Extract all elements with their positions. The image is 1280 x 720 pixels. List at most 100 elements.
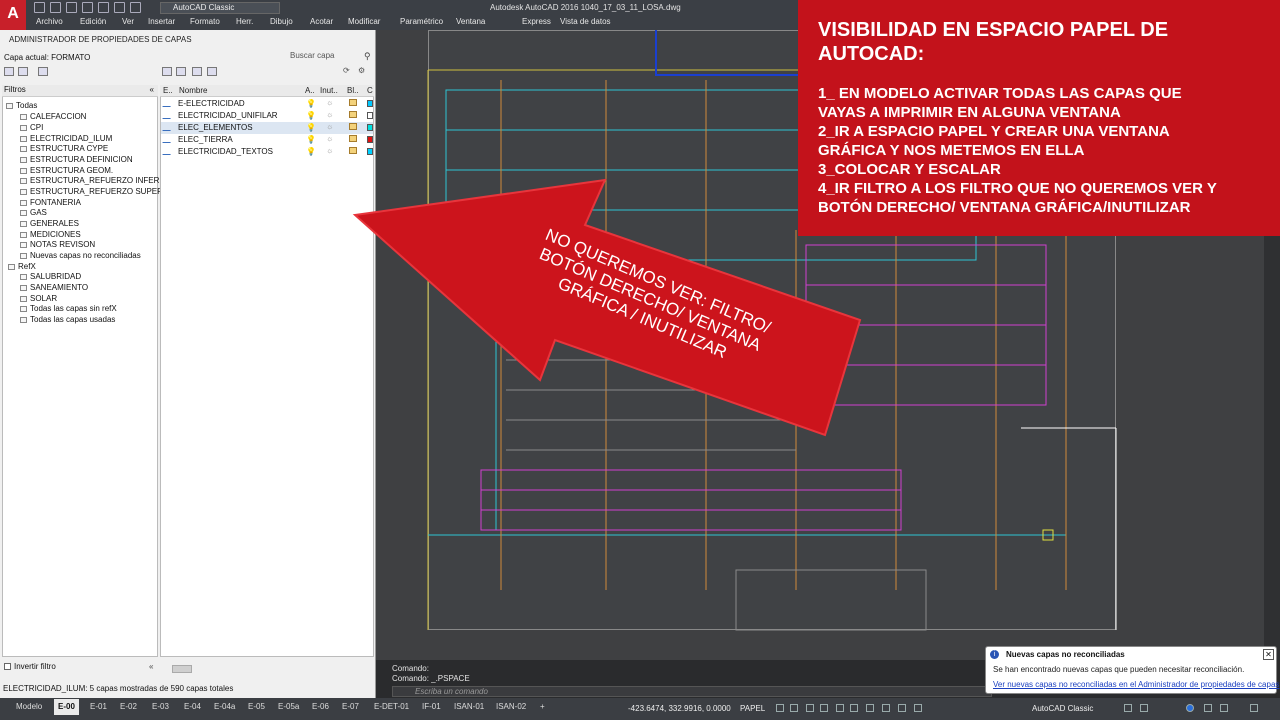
unlock-icon[interactable] (349, 147, 357, 154)
col-color[interactable]: C (367, 86, 373, 95)
filter-item[interactable]: Todas las capas usadas (20, 315, 115, 324)
col-name[interactable]: Nombre (179, 86, 207, 95)
layout-tab[interactable]: E-02 (116, 702, 141, 711)
settings-icon[interactable]: ⚙ (358, 66, 365, 75)
close-icon[interactable]: ✕ (1263, 649, 1274, 660)
filter-item[interactable]: SANEAMIENTO (20, 283, 88, 292)
col-freeze[interactable]: Inut.. (320, 86, 338, 95)
filter-todas[interactable]: Todas (6, 101, 37, 110)
layout-tab[interactable]: ISAN-01 (450, 702, 488, 711)
menu-acotar[interactable]: Acotar (310, 17, 333, 26)
unlock-icon[interactable] (349, 135, 357, 142)
unlock-icon[interactable] (349, 123, 357, 130)
layer-states-icon[interactable] (38, 67, 48, 76)
filter-item[interactable]: ESTRUCTURA_REFUERZO SUPERIOR (20, 187, 177, 196)
layer-row[interactable]: ELEC_TIERRA 💡 ☼ (161, 134, 373, 146)
layout-tab[interactable]: E-06 (308, 702, 333, 711)
layer-row[interactable]: ELECTRICIDAD_UNIFILAR 💡 ☼ (161, 110, 373, 122)
redo-icon[interactable] (130, 2, 141, 13)
layout-tab[interactable]: IF-01 (418, 702, 445, 711)
layer-notification-icon[interactable] (1204, 704, 1212, 712)
filter-item[interactable]: ESTRUCTURA CYPE (20, 144, 108, 153)
set-current-icon[interactable] (207, 67, 217, 76)
menu-express[interactable]: Express (522, 17, 551, 26)
tab-modelo[interactable]: Modelo (12, 702, 46, 711)
filter-item[interactable]: ESTRUCTURA_REFUERZO INFERIOR (20, 176, 174, 185)
horizontal-scrollbar[interactable] (172, 665, 192, 673)
group-filter-icon[interactable] (18, 67, 28, 76)
osnap-icon[interactable] (836, 704, 844, 712)
unlock-icon[interactable] (349, 99, 357, 106)
layer-color-swatch[interactable] (367, 112, 373, 119)
bulb-icon[interactable]: 💡 (306, 111, 316, 120)
filter-item[interactable]: FONTANERIA (20, 198, 81, 207)
refresh-icon[interactable]: ⟳ (343, 66, 350, 75)
unlock-icon[interactable] (349, 111, 357, 118)
filter-item[interactable]: SOLAR (20, 294, 57, 303)
layer-row[interactable]: ELECTRICIDAD_TEXTOS 💡 ☼ (161, 146, 373, 158)
layer-color-swatch[interactable] (367, 124, 373, 131)
bulb-icon[interactable]: 💡 (306, 99, 316, 108)
otrack-icon[interactable] (850, 704, 858, 712)
invert-filter-checkbox[interactable] (4, 663, 11, 670)
sun-icon[interactable]: ☼ (326, 146, 333, 155)
customize-icon[interactable] (1250, 704, 1258, 712)
paper-space-toggle[interactable]: PAPEL (740, 704, 765, 713)
filter-refx[interactable]: RefX (8, 262, 36, 271)
col-on[interactable]: A.. (305, 86, 315, 95)
search-layer-input[interactable]: Buscar capa (290, 51, 334, 60)
layer-color-swatch[interactable] (367, 136, 373, 143)
layout-tab[interactable]: E-01 (86, 702, 111, 711)
sun-icon[interactable]: ☼ (326, 98, 333, 107)
filter-item[interactable]: GENERALES (20, 219, 79, 228)
layer-row[interactable]: ELEC_ELEMENTOS 💡 ☼ (161, 122, 373, 134)
save-as-icon[interactable] (82, 2, 93, 13)
menu-ver[interactable]: Ver (122, 17, 134, 26)
search-icon[interactable]: ⚲ (364, 51, 371, 62)
collapse-icon[interactable]: « (149, 662, 153, 671)
annotation-icon[interactable] (914, 704, 922, 712)
col-status[interactable]: E.. (163, 86, 173, 95)
filter-item[interactable]: CPI (20, 123, 43, 132)
menu-herr[interactable]: Herr. (236, 17, 253, 26)
hardware-accel-icon[interactable] (1186, 704, 1194, 712)
filter-item[interactable]: CALEFACCION (20, 112, 86, 121)
new-layer-frozen-icon[interactable] (176, 67, 186, 76)
menu-formato[interactable]: Formato (190, 17, 220, 26)
undo-icon[interactable] (114, 2, 125, 13)
workspace-switch[interactable]: AutoCAD Classic (1032, 704, 1093, 713)
layout-tab[interactable]: E-03 (148, 702, 173, 711)
layout-tab[interactable]: E-05a (274, 702, 303, 711)
collapse-icon[interactable]: « (150, 85, 154, 94)
layer-row[interactable]: E-ELECTRICIDAD 💡 ☼ (161, 98, 373, 110)
save-icon[interactable] (66, 2, 77, 13)
menu-dibujo[interactable]: Dibujo (270, 17, 293, 26)
filter-item[interactable]: ESTRUCTURA GEOM. (20, 166, 113, 175)
layout-tab[interactable]: E-07 (338, 702, 363, 711)
snap-icon[interactable] (790, 704, 798, 712)
lock-ui-icon[interactable] (1124, 704, 1132, 712)
bulb-icon[interactable]: 💡 (306, 135, 316, 144)
autocad-logo-icon[interactable]: A (0, 0, 26, 30)
layout-tab[interactable]: E-DET-01 (370, 702, 413, 711)
filter-item[interactable]: ELECTRICIDAD_ILUM (20, 134, 112, 143)
layout-tab[interactable]: E-04 (180, 702, 205, 711)
menu-vista-datos[interactable]: Vista de datos (560, 17, 611, 26)
filter-item[interactable]: SALUBRIDAD (20, 272, 81, 281)
clean-screen-icon[interactable] (1220, 704, 1228, 712)
filter-item[interactable]: MEDICIONES (20, 230, 81, 239)
menu-parametrico[interactable]: Paramétrico (400, 17, 443, 26)
polar-icon[interactable] (820, 704, 828, 712)
new-filter-icon[interactable] (4, 67, 14, 76)
sun-icon[interactable]: ☼ (326, 110, 333, 119)
menu-archivo[interactable]: Archivo (36, 17, 63, 26)
filter-item[interactable]: Todas las capas sin refX (20, 304, 117, 313)
col-lock[interactable]: Bl.. (347, 86, 359, 95)
filter-item[interactable]: GAS (20, 208, 47, 217)
isolate-icon[interactable] (1140, 704, 1148, 712)
menu-ventana[interactable]: Ventana (456, 17, 485, 26)
layout-tab[interactable]: ISAN-02 (492, 702, 530, 711)
filter-item[interactable]: NOTAS REVISON (20, 240, 95, 249)
new-layer-icon[interactable] (162, 67, 172, 76)
workspace-selector[interactable]: AutoCAD Classic (160, 2, 280, 14)
